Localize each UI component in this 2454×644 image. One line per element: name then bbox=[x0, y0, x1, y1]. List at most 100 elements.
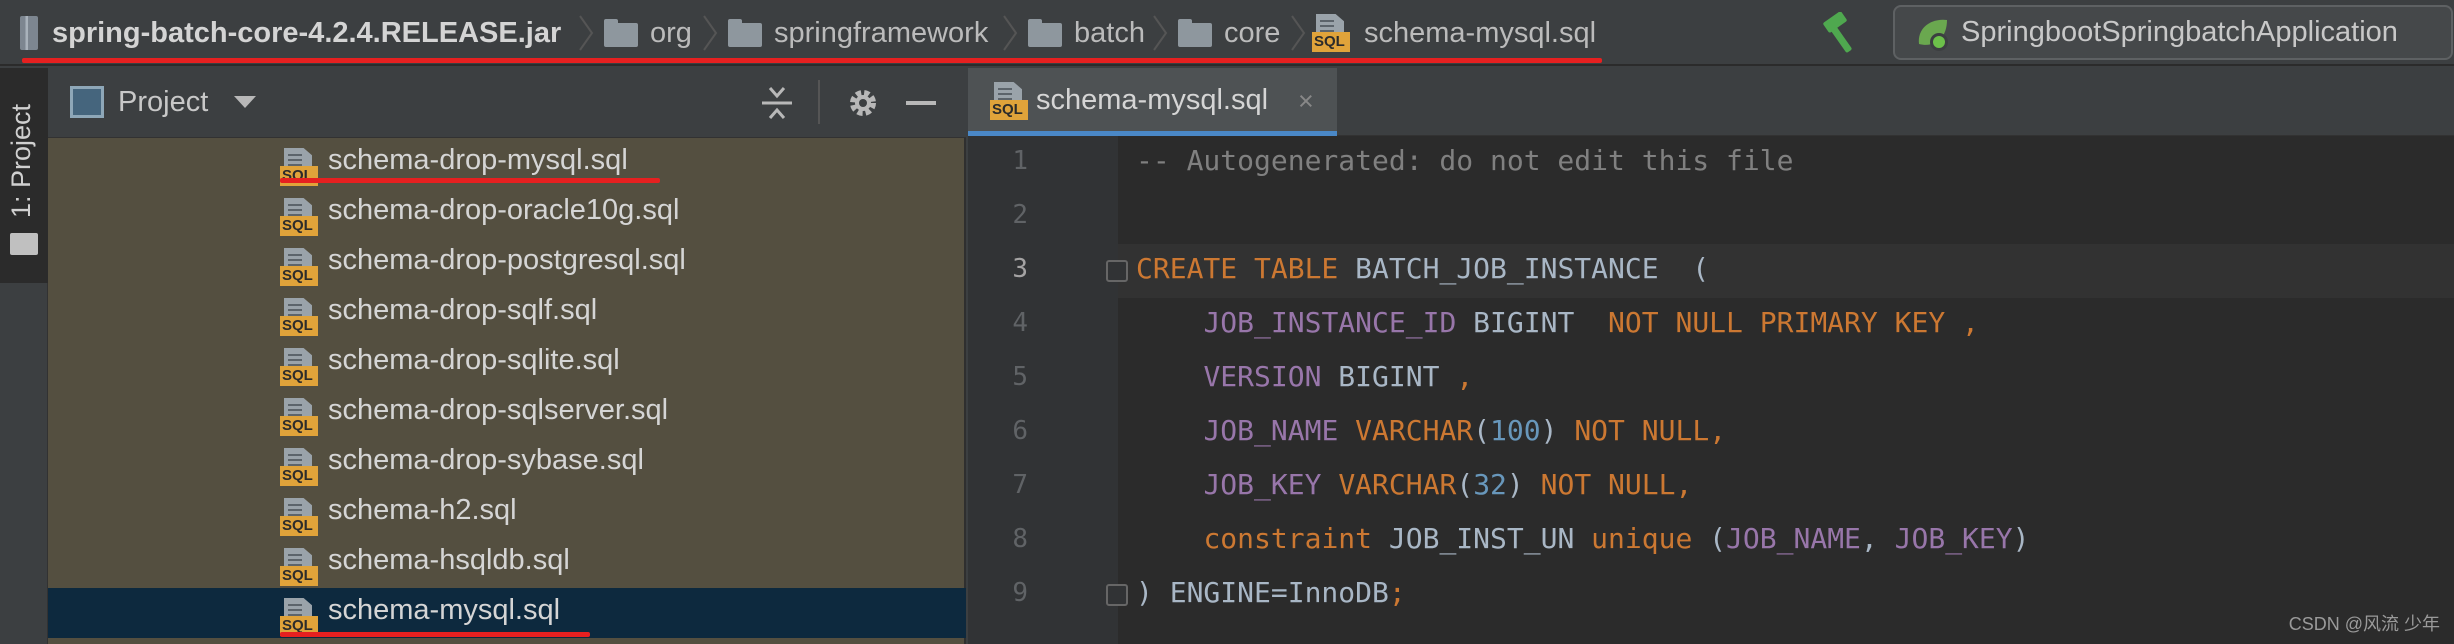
sql-file-icon: SQL bbox=[280, 498, 320, 536]
annotation-underline bbox=[280, 178, 660, 183]
collapse-all-icon[interactable] bbox=[758, 84, 796, 122]
folder-icon bbox=[604, 19, 638, 47]
code-token: JOB_NAME bbox=[1203, 414, 1339, 447]
file-name: schema-drop-sqlite.sql bbox=[328, 344, 620, 376]
line-number: 5 bbox=[1012, 362, 1028, 392]
divider bbox=[818, 80, 820, 124]
code-token: ) bbox=[2012, 522, 2030, 555]
code-line[interactable]: JOB_NAME VARCHAR(100) NOT NULL, bbox=[1136, 414, 1726, 447]
code-line[interactable]: -- Autogenerated: do not edit this file bbox=[1136, 144, 1793, 177]
line-number: 6 bbox=[1012, 416, 1028, 446]
code-line[interactable]: VERSION BIGINT , bbox=[1136, 360, 1473, 393]
tree-item-schema-h2[interactable]: SQL schema-h2.sql bbox=[48, 488, 966, 538]
close-icon[interactable]: × bbox=[1298, 86, 1314, 117]
sql-file-icon: SQL bbox=[280, 298, 320, 336]
breadcrumb-item-core[interactable]: core bbox=[1178, 0, 1280, 66]
annotation-underline bbox=[22, 58, 1602, 63]
editor-tab-label: schema-mysql.sql bbox=[1036, 84, 1269, 116]
tree-item-schema-hsqldb[interactable]: SQL schema-hsqldb.sql bbox=[48, 538, 966, 588]
code-token: 32 bbox=[1473, 468, 1507, 501]
code-token: ( bbox=[1456, 468, 1474, 501]
line-number: 7 bbox=[1012, 470, 1028, 500]
code-token: ( bbox=[1473, 414, 1491, 447]
code-editor: SQL schema-mysql.sql × 1 -- Autogenerated… bbox=[968, 68, 2454, 644]
code-token: JOB_INST_UN bbox=[1372, 522, 1592, 555]
code-token: VARCHAR bbox=[1355, 414, 1474, 447]
hammer-icon[interactable] bbox=[1820, 12, 1864, 54]
file-name: schema-drop-sybase.sql bbox=[328, 444, 644, 476]
file-name: schema-drop-postgresql.sql bbox=[328, 244, 686, 276]
editor-tab-schema-mysql[interactable]: SQL schema-mysql.sql × bbox=[968, 68, 1337, 136]
project-tool-tab[interactable]: 1: Project bbox=[0, 68, 48, 283]
code-token: BIGINT bbox=[1456, 306, 1609, 339]
fold-marker-icon[interactable] bbox=[1106, 584, 1128, 606]
file-name: schema-drop-oracle10g.sql bbox=[328, 194, 680, 226]
gear-icon[interactable] bbox=[844, 84, 882, 122]
breadcrumb-item-schema-mysql[interactable]: SQL schema-mysql.sql bbox=[1312, 0, 1596, 66]
code-token: -- Autogenerated: do not edit this file bbox=[1136, 144, 1794, 177]
tree-item-schema-drop-sqlite[interactable]: SQL schema-drop-sqlite.sql bbox=[48, 338, 966, 388]
tree-item-schema-drop-sqlf[interactable]: SQL schema-drop-sqlf.sql bbox=[48, 288, 966, 338]
code-line[interactable]: JOB_INSTANCE_ID BIGINT NOT NULL PRIMARY … bbox=[1136, 306, 1978, 339]
code-token: unique bbox=[1591, 522, 1693, 555]
breadcrumb-item-jar[interactable]: spring-batch-core-4.2.4.RELEASE.jar bbox=[20, 0, 561, 66]
navigation-bar: spring-batch-core-4.2.4.RELEASE.jar org … bbox=[0, 0, 2454, 66]
breadcrumb-item-org[interactable]: org bbox=[604, 0, 692, 66]
breadcrumb-label: core bbox=[1224, 16, 1281, 49]
breadcrumb-item-batch[interactable]: batch bbox=[1028, 0, 1145, 66]
code-token: , bbox=[1456, 360, 1474, 393]
sql-file-icon: SQL bbox=[280, 448, 320, 486]
code-token: CREATE TABLE bbox=[1136, 252, 1356, 285]
code-line[interactable]: constraint JOB_INST_UN unique (JOB_NAME,… bbox=[1136, 522, 2030, 555]
sql-file-icon: SQL bbox=[280, 198, 320, 236]
fold-marker-icon[interactable] bbox=[1106, 260, 1128, 282]
file-name: schema-hsqldb.sql bbox=[328, 544, 570, 576]
breadcrumb-label: springframework bbox=[774, 16, 989, 49]
file-name: schema-drop-sqlf.sql bbox=[328, 294, 598, 326]
code-token: VERSION bbox=[1203, 360, 1322, 393]
code-token: ( bbox=[1692, 522, 1727, 555]
sql-file-icon: SQL bbox=[280, 248, 320, 286]
tree-item-schema-drop-sqlserver[interactable]: SQL schema-drop-sqlserver.sql bbox=[48, 388, 966, 438]
sql-file-icon: SQL bbox=[1312, 14, 1352, 52]
breadcrumb-label: batch bbox=[1074, 16, 1145, 49]
code-line[interactable]: CREATE TABLE BATCH_JOB_INSTANCE ( bbox=[1136, 252, 1709, 285]
file-name: schema-drop-mysql.sql bbox=[328, 144, 628, 176]
breadcrumb-item-springframework[interactable]: springframework bbox=[728, 0, 988, 66]
project-view-selector[interactable]: Project bbox=[118, 86, 208, 119]
code-line[interactable]: ) ENGINE=InnoDB; bbox=[1136, 576, 1406, 609]
chevron-down-icon[interactable] bbox=[234, 96, 256, 108]
code-token: ) ENGINE=InnoDB bbox=[1136, 576, 1389, 609]
chevron-right-icon bbox=[579, 15, 594, 51]
sql-file-icon: SQL bbox=[990, 82, 1030, 120]
tree-item-schema-drop-postgresql[interactable]: SQL schema-drop-postgresql.sql bbox=[48, 238, 966, 288]
code-token: constraint bbox=[1203, 522, 1373, 555]
project-panel: Project SQL schema-drop-mysql.sql SQL sc… bbox=[48, 68, 966, 644]
file-name: schema-mysql.sql bbox=[328, 594, 561, 626]
code-token: , bbox=[1860, 522, 1895, 555]
line-number: 8 bbox=[1012, 524, 1028, 554]
minimize-icon[interactable] bbox=[902, 84, 940, 122]
code-token: NOT NULL, bbox=[1574, 414, 1727, 447]
line-number: 3 bbox=[1012, 254, 1028, 284]
tree-item-schema-mysql[interactable]: SQL schema-mysql.sql bbox=[48, 588, 966, 638]
tree-item-schema-drop-sybase[interactable]: SQL schema-drop-sybase.sql bbox=[48, 438, 966, 488]
editor-tab-bar: SQL schema-mysql.sql × bbox=[968, 68, 2454, 136]
chevron-right-icon bbox=[1153, 15, 1168, 51]
run-configuration-selector[interactable]: SpringbootSpringbatchApplication bbox=[1893, 5, 2453, 60]
line-number: 9 bbox=[1012, 578, 1028, 608]
code-token: 100 bbox=[1490, 414, 1541, 447]
jar-icon bbox=[20, 16, 38, 50]
tree-item-schema-drop-oracle10g[interactable]: SQL schema-drop-oracle10g.sql bbox=[48, 188, 966, 238]
code-line[interactable]: JOB_KEY VARCHAR(32) NOT NULL, bbox=[1136, 468, 1692, 501]
code-token: JOB_NAME bbox=[1726, 522, 1861, 555]
project-panel-header: Project bbox=[48, 68, 966, 138]
code-token: ) bbox=[1506, 468, 1541, 501]
folder-icon bbox=[10, 233, 38, 255]
folder-icon bbox=[728, 19, 762, 47]
code-token: JOB_KEY bbox=[1894, 522, 2013, 555]
watermark: CSDN @风流 少年 bbox=[2288, 614, 2440, 634]
code-token: ; bbox=[1388, 576, 1406, 609]
